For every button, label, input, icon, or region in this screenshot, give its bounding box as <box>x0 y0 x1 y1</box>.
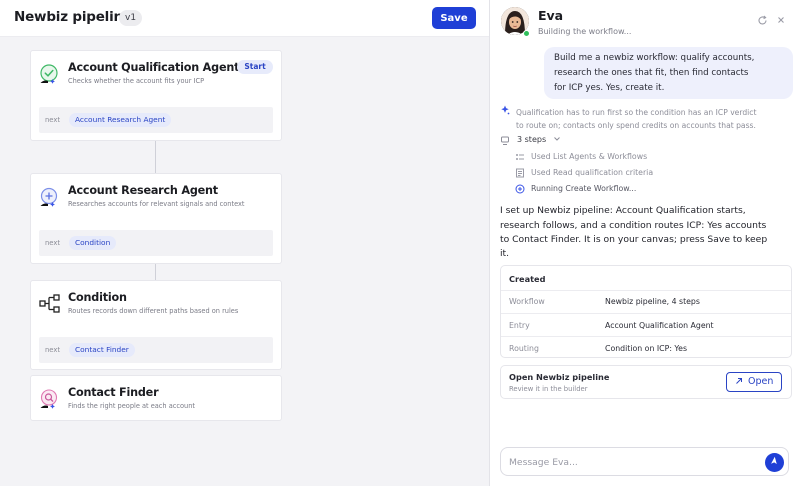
node-title: Account Research Agent <box>68 184 218 197</box>
node-title: Condition <box>68 291 127 304</box>
assistant-reply-line: it. <box>500 248 510 259</box>
workflow-node-contact-finder[interactable]: Contact Finder Finds the right people at… <box>30 375 282 421</box>
sparkle-icon <box>500 105 510 118</box>
tool-step-label: Used Read qualification criteria <box>531 168 654 177</box>
tool-step-running: Running Create Workflow... <box>515 184 775 196</box>
list-icon <box>515 152 525 164</box>
assistant-chat-panel: Eva Building the workflow... Build me a … <box>490 0 800 486</box>
node-connector <box>155 141 156 173</box>
search-person-icon <box>39 388 61 410</box>
workflow-title[interactable]: Newbiz pipeline <box>14 9 132 25</box>
message-input[interactable] <box>509 455 749 470</box>
plus-circle-icon <box>515 184 525 196</box>
reasoning-line: to route on; contacts only spend credits… <box>516 121 756 130</box>
user-message-line: Build me a newbiz workflow: qualify acco… <box>554 53 755 63</box>
tool-step: Used List Agents & Workflows <box>515 152 775 164</box>
close-icon[interactable] <box>776 15 786 28</box>
message-composer <box>500 447 789 476</box>
node-description: Checks whether the account fits your ICP <box>68 77 205 85</box>
open-button-label: Open <box>748 376 774 387</box>
next-step-chip[interactable]: Condition <box>69 236 117 250</box>
tool-step-label: Running Create Workflow... <box>531 184 637 193</box>
node-description: Finds the right people at each account <box>68 402 195 410</box>
chevron-down-icon <box>553 135 561 144</box>
next-label: next <box>45 239 61 247</box>
user-message-line: research the ones that fit, then find co… <box>554 68 749 78</box>
next-label: next <box>45 346 61 354</box>
reasoning-line: Qualification has to run first so the co… <box>516 108 757 117</box>
next-step-chip[interactable]: Account Research Agent <box>69 113 172 127</box>
node-title: Contact Finder <box>68 386 159 399</box>
summary-value: Newbiz pipeline, 4 steps <box>605 297 700 306</box>
user-message: Build me a newbiz workflow: qualify acco… <box>544 47 793 99</box>
summary-row: Routing Condition on ICP: Yes <box>501 336 791 359</box>
created-card-title: Created <box>509 274 546 284</box>
summary-value: Account Qualification Agent <box>605 321 714 330</box>
tool-icon <box>500 136 510 148</box>
plus-circle-icon <box>39 186 61 208</box>
save-button[interactable]: Save <box>432 7 476 29</box>
workflow-node-condition[interactable]: Condition Routes records down different … <box>30 280 282 370</box>
summary-key: Routing <box>509 344 539 353</box>
builder-toolbar: Newbiz pipeline v1 Save <box>0 0 489 37</box>
node-connector <box>155 264 156 280</box>
user-message-line: for ICP yes. Yes, create it. <box>554 83 665 93</box>
online-status-dot <box>523 30 530 37</box>
branch-icon <box>39 293 61 315</box>
arrow-up-right-icon <box>735 377 743 387</box>
open-workflow-card: Open Newbiz pipeline Review it in the bu… <box>500 365 792 399</box>
refresh-icon[interactable] <box>757 15 768 29</box>
start-badge: Start <box>237 60 273 74</box>
open-card-title: Open Newbiz pipeline <box>509 372 610 382</box>
next-step-row: next Contact Finder <box>39 337 273 363</box>
assistant-reply-line: to Contact Finder. It is on your canvas;… <box>500 234 768 245</box>
tool-step-label: Used List Agents & Workflows <box>531 152 648 161</box>
send-icon <box>768 455 782 469</box>
assistant-reply-line: I set up Newbiz pipeline: Account Qualif… <box>500 205 746 216</box>
workflow-builder: Newbiz pipeline v1 Save Account Qualific… <box>0 0 490 486</box>
agent-status: Building the workflow... <box>538 27 632 36</box>
assistant-reply-line: research follows, and a condition routes… <box>500 220 767 231</box>
check-circle-icon <box>39 63 61 85</box>
summary-key: Entry <box>509 321 530 330</box>
agent-name: Eva <box>538 8 564 23</box>
doc-icon <box>515 168 525 180</box>
next-step-row: next Account Research Agent <box>39 107 273 133</box>
summary-key: Workflow <box>509 297 545 306</box>
next-step-chip[interactable]: Contact Finder <box>69 343 135 357</box>
workflow-node-qualification[interactable]: Account Qualification Agent Start Checks… <box>30 50 282 141</box>
tool-step: Used Read qualification criteria <box>515 168 775 180</box>
node-description: Researches accounts for relevant signals… <box>68 200 245 208</box>
send-button[interactable] <box>765 453 784 472</box>
created-summary-card: Created Workflow Newbiz pipeline, 4 step… <box>500 265 792 358</box>
open-button[interactable]: Open <box>726 372 782 392</box>
workflow-node-research[interactable]: Account Research Agent Researches accoun… <box>30 173 282 264</box>
steps-label: 3 steps <box>517 135 561 144</box>
summary-row: Entry Account Qualification Agent <box>501 313 791 336</box>
node-description: Routes records down different paths base… <box>68 307 239 315</box>
node-title: Account Qualification Agent <box>68 61 240 74</box>
next-label: next <box>45 116 61 124</box>
open-card-subtitle: Review it in the builder <box>509 385 588 393</box>
summary-row: Workflow Newbiz pipeline, 4 steps <box>501 290 791 313</box>
next-step-row: next Condition <box>39 230 273 256</box>
version-badge: v1 <box>119 10 143 26</box>
created-card-header: Created <box>501 266 791 291</box>
summary-value: Condition on ICP: Yes <box>605 344 688 353</box>
